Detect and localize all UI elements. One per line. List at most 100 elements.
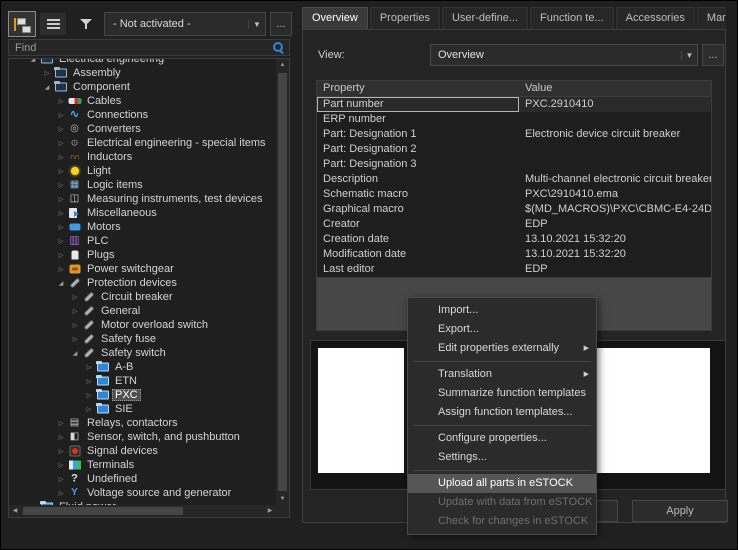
property-row-erp-number[interactable]: ERP number	[317, 112, 711, 127]
expander-collapsed-icon[interactable]: ▷	[69, 308, 81, 315]
column-header-value[interactable]: Value	[519, 81, 711, 96]
tree-vertical-scrollbar[interactable]: ▲ ▼	[276, 59, 289, 505]
expander-expanded-icon[interactable]: ◢	[55, 280, 67, 287]
expander-collapsed-icon[interactable]: ▷	[55, 462, 67, 469]
tree-item-assembly[interactable]: ▷Assembly	[9, 66, 276, 80]
view-more-button[interactable]: ...	[702, 44, 724, 66]
property-row-last-editor[interactable]: Last editorEDP	[317, 262, 711, 277]
property-row-creator[interactable]: CreatorEDP	[317, 217, 711, 232]
tree-item-component[interactable]: ◢Component	[9, 80, 276, 94]
tree-item-inductors[interactable]: ▷Inductors	[9, 150, 276, 164]
tree-item-sie[interactable]: ▷SIE	[9, 402, 276, 416]
tree-item-motor-overload-switch[interactable]: ▷Motor overload switch	[9, 318, 276, 332]
property-row-part-designation-3[interactable]: Part: Designation 3	[317, 157, 711, 172]
expander-collapsed-icon[interactable]: ▷	[69, 322, 81, 329]
tab-function-te[interactable]: Function te...	[530, 7, 614, 30]
tree-item-plc[interactable]: ▷PLC	[9, 234, 276, 248]
expander-collapsed-icon[interactable]: ▷	[55, 210, 67, 217]
menu-item-translation[interactable]: Translation▶	[408, 365, 596, 384]
expander-expanded-icon[interactable]: ◢	[27, 59, 39, 63]
menu-item-import[interactable]: Import...	[408, 301, 596, 320]
vertical-scroll-thumb[interactable]	[278, 73, 287, 491]
tree-item-connections[interactable]: ▷Connections	[9, 108, 276, 122]
tree-item-voltage-source-and-generator[interactable]: ▷Voltage source and generator	[9, 486, 276, 500]
property-row-part-designation-1[interactable]: Part: Designation 1Electronic device cir…	[317, 127, 711, 142]
tree-item-sensor-switch-and-pushbutton[interactable]: ▷Sensor, switch, and pushbutton	[9, 430, 276, 444]
scroll-down-icon[interactable]: ▼	[276, 493, 289, 505]
expander-collapsed-icon[interactable]: ▷	[55, 196, 67, 203]
expander-collapsed-icon[interactable]: ▷	[83, 406, 95, 413]
expander-collapsed-icon[interactable]: ▷	[83, 392, 95, 399]
tree-item-electrical-engineering-special-items[interactable]: ▷Electrical engineering - special items	[9, 136, 276, 150]
expander-collapsed-icon[interactable]: ▷	[55, 154, 67, 161]
menu-item-summarize-function-templates[interactable]: Summarize function templates	[408, 384, 596, 403]
expander-collapsed-icon[interactable]: ▷	[83, 364, 95, 371]
horizontal-scroll-thumb[interactable]	[23, 507, 183, 515]
expander-collapsed-icon[interactable]: ▷	[55, 112, 67, 119]
expander-collapsed-icon[interactable]: ▷	[55, 266, 67, 273]
tree-item-safety-fuse[interactable]: ▷Safety fuse	[9, 332, 276, 346]
tree-item-measuring-instruments-test-devices[interactable]: ▷Measuring instruments, test devices	[9, 192, 276, 206]
scroll-up-icon[interactable]: ▲	[276, 59, 289, 71]
tree-horizontal-scrollbar[interactable]: ◀ ▶	[9, 505, 276, 517]
tab-accessories[interactable]: Accessories	[616, 7, 695, 30]
tree-item-miscellaneous[interactable]: ▷Miscellaneous	[9, 206, 276, 220]
tree-item-protection-devices[interactable]: ◢Protection devices	[9, 276, 276, 290]
expander-collapsed-icon[interactable]: ▷	[69, 294, 81, 301]
expander-collapsed-icon[interactable]: ▷	[55, 182, 67, 189]
filter-button[interactable]	[74, 14, 98, 34]
expander-collapsed-icon[interactable]: ▷	[55, 98, 67, 105]
menu-item-export[interactable]: Export...	[408, 320, 596, 339]
scroll-right-icon[interactable]: ▶	[264, 505, 276, 517]
find-input[interactable]: Find	[8, 39, 290, 56]
tree-item-etn[interactable]: ▷ETN	[9, 374, 276, 388]
tree-item-power-switchgear[interactable]: ▷Power switchgear	[9, 262, 276, 276]
tab-manufactur[interactable]: Manufactur...	[697, 7, 726, 30]
expander-expanded-icon[interactable]: ◢	[69, 350, 81, 357]
tree-item-electrical-engineering[interactable]: ◢Electrical engineering	[9, 59, 276, 66]
expander-collapsed-icon[interactable]: ▷	[55, 490, 67, 497]
tree-item-relays-contactors[interactable]: ▷Relays, contactors	[9, 416, 276, 430]
tree-item-signal-devices[interactable]: ▷Signal devices	[9, 444, 276, 458]
menu-item-upload-all-parts-in-estock[interactable]: Upload all parts in eSTOCK	[408, 474, 596, 493]
expander-expanded-icon[interactable]: ◢	[41, 84, 53, 91]
apply-button[interactable]: Apply	[632, 500, 728, 522]
tree-item-plugs[interactable]: ▷Plugs	[9, 248, 276, 262]
expander-collapsed-icon[interactable]: ▷	[55, 476, 67, 483]
tree-item-undefined[interactable]: ▷Undefined	[9, 472, 276, 486]
menu-item-edit-properties-externally[interactable]: Edit properties externally▶	[408, 339, 596, 358]
expander-collapsed-icon[interactable]: ▷	[55, 420, 67, 427]
property-row-schematic-macro[interactable]: Schematic macroPXC\2910410.ema	[317, 187, 711, 202]
expander-collapsed-icon[interactable]: ▷	[55, 126, 67, 133]
tree-item-light[interactable]: ▷Light	[9, 164, 276, 178]
column-header-property[interactable]: Property	[317, 81, 519, 96]
filter-scheme-dropdown[interactable]: - Not activated - ▼	[104, 12, 266, 36]
expander-collapsed-icon[interactable]: ▷	[55, 168, 67, 175]
tree-item-logic-items[interactable]: ▷Logic items	[9, 178, 276, 192]
tree-item-motors[interactable]: ▷Motors	[9, 220, 276, 234]
search-icon[interactable]	[273, 42, 285, 54]
property-row-modification-date[interactable]: Modification date13.10.2021 15:32:20	[317, 247, 711, 262]
tree-item-cables[interactable]: ▷Cables	[9, 94, 276, 108]
property-row-creation-date[interactable]: Creation date13.10.2021 15:32:20	[317, 232, 711, 247]
list-view-button[interactable]	[40, 13, 66, 35]
filter-more-button[interactable]: ...	[270, 12, 292, 36]
expander-collapsed-icon[interactable]: ▷	[55, 434, 67, 441]
property-row-description[interactable]: DescriptionMulti-channel electronic circ…	[317, 172, 711, 187]
tree-item-pxc[interactable]: ▷PXC	[9, 388, 276, 402]
tree-item-safety-switch[interactable]: ◢Safety switch	[9, 346, 276, 360]
menu-item-configure-properties[interactable]: Configure properties...	[408, 429, 596, 448]
tree-view-button[interactable]	[8, 11, 36, 37]
tree-item-converters[interactable]: ▷Converters	[9, 122, 276, 136]
menu-item-settings[interactable]: Settings...	[408, 448, 596, 467]
expander-collapsed-icon[interactable]: ▷	[55, 238, 67, 245]
expander-collapsed-icon[interactable]: ▷	[55, 140, 67, 147]
property-row-part-number[interactable]: Part numberPXC.2910410	[317, 97, 711, 112]
scroll-left-icon[interactable]: ◀	[9, 505, 21, 517]
expander-collapsed-icon[interactable]: ▷	[69, 336, 81, 343]
expander-collapsed-icon[interactable]: ▷	[83, 378, 95, 385]
tree-item-terminals[interactable]: ▷Terminals	[9, 458, 276, 472]
expander-collapsed-icon[interactable]: ▷	[41, 70, 53, 77]
property-row-graphical-macro[interactable]: Graphical macro$(MD_MACROS)\PXC\CBMC-E4-…	[317, 202, 711, 217]
tab-overview[interactable]: Overview	[302, 7, 368, 30]
